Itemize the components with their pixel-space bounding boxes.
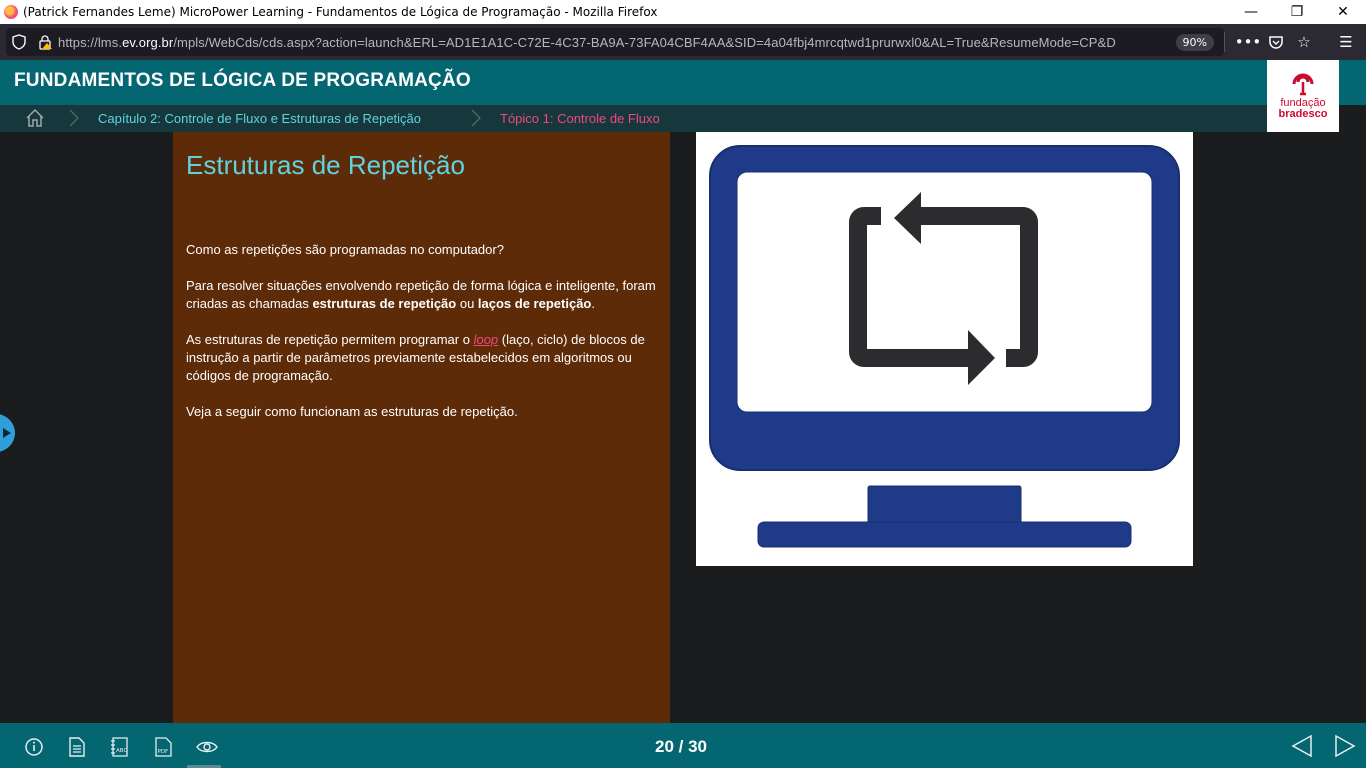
next-page-button[interactable]: [1333, 733, 1357, 759]
paragraph: As estruturas de repetição permitem prog…: [186, 332, 645, 383]
restore-button[interactable]: ❐: [1274, 0, 1320, 24]
svg-text:PDF: PDF: [158, 749, 169, 755]
slide-text-panel: Estruturas de Repetição Como as repetiçõ…: [173, 132, 670, 723]
insecure-lock-icon[interactable]: [32, 34, 58, 50]
bradesco-tree-icon: [1292, 73, 1314, 96]
browser-navbar: https://lms.ev.org.br/mpls/WebCds/cds.as…: [0, 24, 1366, 60]
window-titlebar: (Patrick Fernandes Leme) MicroPower Lear…: [0, 0, 1366, 24]
info-icon[interactable]: [23, 737, 45, 757]
chevron-right-icon: [470, 108, 482, 131]
previous-page-button[interactable]: [1290, 733, 1314, 759]
page-counter: 20 / 30: [655, 737, 707, 756]
document-icon[interactable]: [66, 737, 88, 757]
pocket-icon[interactable]: [1262, 35, 1290, 50]
chevron-right-icon: [68, 108, 80, 131]
close-window-button[interactable]: ✕: [1320, 0, 1366, 24]
url-bar[interactable]: https://lms.ev.org.br/mpls/WebCds/cds.as…: [6, 28, 1224, 56]
slide-title: Estruturas de Repetição: [186, 150, 465, 180]
breadcrumb-chapter-link[interactable]: Capítulo 2: Controle de Fluxo e Estrutur…: [98, 111, 421, 126]
window-title: (Patrick Fernandes Leme) MicroPower Lear…: [23, 5, 658, 19]
minimize-button[interactable]: —: [1228, 0, 1274, 24]
paragraph: Veja a seguir como funcionam as estrutur…: [186, 404, 518, 419]
more-actions-icon[interactable]: •••: [1234, 33, 1262, 51]
breadcrumb-topic[interactable]: Tópico 1: Controle de Fluxo: [500, 111, 660, 126]
monitor-loop-icon: [709, 145, 1180, 548]
zoom-level-badge[interactable]: 90%: [1175, 33, 1214, 51]
loop-glossary-link[interactable]: loop: [474, 332, 499, 347]
course-footer: ABC PDF 20 / 30: [0, 723, 1366, 768]
breadcrumb: Capítulo 2: Controle de Fluxo e Estrutur…: [0, 105, 1267, 132]
svg-text:ABC: ABC: [116, 748, 127, 754]
course-title: FUNDAMENTOS DE LÓGICA DE PROGRAMAÇÃO: [14, 70, 471, 91]
home-icon[interactable]: [25, 108, 45, 131]
paragraph: Para resolver situações envolvendo repet…: [186, 278, 656, 311]
paragraph: Como as repetições são programadas no co…: [186, 242, 504, 257]
side-panel-toggle[interactable]: [0, 414, 15, 452]
tracking-shield-icon[interactable]: [6, 34, 32, 50]
hamburger-menu-icon[interactable]: ☰: [1332, 33, 1360, 51]
glossary-abc-icon[interactable]: ABC: [109, 737, 131, 757]
accessibility-eye-icon[interactable]: [196, 737, 218, 757]
course-header: FUNDAMENTOS DE LÓGICA DE PROGRAMAÇÃO: [0, 60, 1366, 105]
fundacao-bradesco-logo: fundação bradesco: [1267, 60, 1339, 132]
slide-body: Como as repetições são programadas no co…: [186, 241, 660, 439]
url-text[interactable]: https://lms.ev.org.br/mpls/WebCds/cds.as…: [58, 35, 1176, 50]
pdf-icon[interactable]: PDF: [153, 737, 175, 757]
firefox-icon: [4, 5, 18, 19]
slide-illustration: [696, 132, 1193, 566]
bookmark-star-icon[interactable]: ☆: [1290, 33, 1318, 51]
play-arrow-icon: [3, 428, 11, 438]
